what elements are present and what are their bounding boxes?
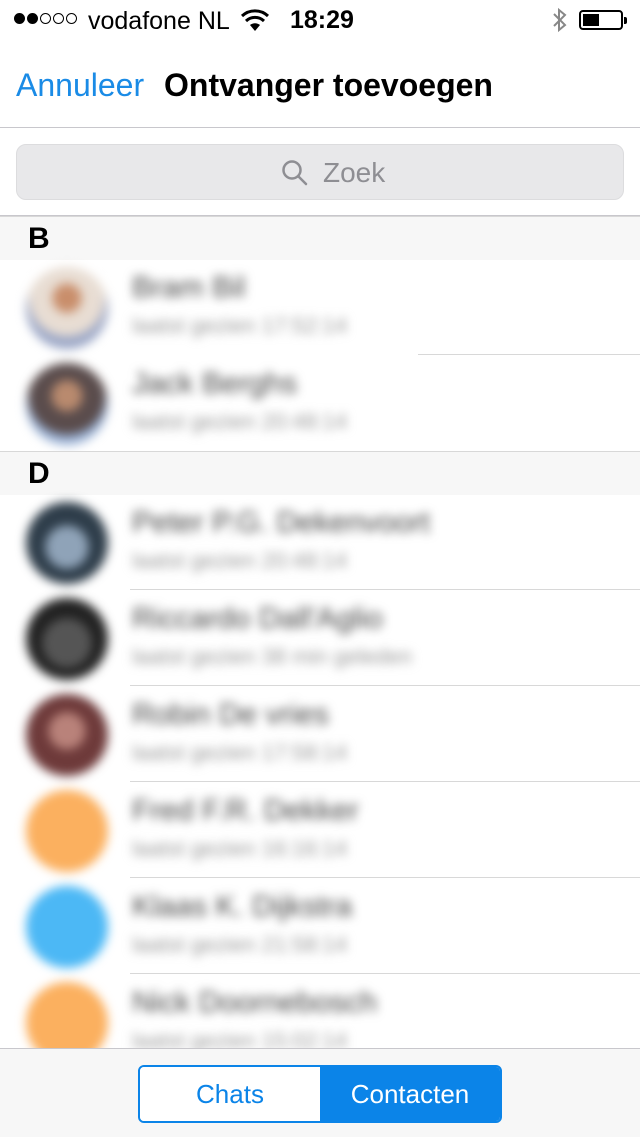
contact-last-seen: laatst gezien 20:48:14: [132, 409, 348, 434]
bottom-toolbar: Chats Contacten: [0, 1048, 640, 1137]
contact-name: Jack Berghs: [132, 367, 298, 400]
contact-name: Riccardo Dall'Aglio: [132, 602, 383, 635]
contact-last-seen: laatst gezien 20:48:14: [132, 548, 348, 573]
contact-row[interactable]: Bram Bil laatst gezien 17:52:14: [0, 259, 640, 355]
avatar: [26, 886, 108, 968]
contact-last-seen: laatst gezien 21:58:14: [132, 932, 348, 957]
contact-last-seen: laatst gezien 17:52:14: [132, 313, 348, 338]
contact-last-seen: laatst gezien 16:16:14: [132, 836, 348, 861]
bluetooth-icon: [551, 7, 569, 38]
contact-last-seen: laatst gezien 38 min geleden: [132, 644, 413, 669]
contact-name: Klaas K. Dijkstra: [132, 890, 353, 923]
contact-row[interactable]: Riccardo Dall'Aglio laatst gezien 38 min…: [0, 590, 640, 686]
search-icon: [281, 159, 309, 192]
page-title: Ontvanger toevoegen: [164, 67, 493, 103]
contact-name: Robin De vries: [132, 698, 329, 731]
contact-name: Nick Doornebosch: [132, 986, 378, 1019]
contact-row[interactable]: Robin De vries laatst gezien 17:58:14: [0, 686, 640, 782]
search-area: Zoek: [0, 128, 640, 216]
avatar: [26, 694, 108, 776]
contact-row[interactable]: Klaas K. Dijkstra laatst gezien 21:58:14: [0, 878, 640, 974]
section-letter: B: [28, 222, 50, 255]
avatar: [26, 363, 108, 445]
avatar: [26, 790, 108, 872]
status-bar: vodafone NL 18:29: [0, 0, 640, 40]
tab-contacts[interactable]: Contacten: [320, 1067, 500, 1121]
search-placeholder: Zoek: [323, 157, 386, 188]
contact-row[interactable]: Peter P.G. Dekenvoort laatst gezien 20:4…: [0, 494, 640, 590]
segmented-control: Chats Contacten: [138, 1065, 502, 1123]
contact-name: Fred F.R. Dekker: [132, 794, 359, 827]
avatar: [26, 598, 108, 680]
cancel-button[interactable]: Annuleer: [16, 67, 144, 104]
tab-chats[interactable]: Chats: [140, 1067, 320, 1121]
section-letter: D: [28, 457, 50, 490]
contact-last-seen: laatst gezien 17:58:14: [132, 740, 348, 765]
navigation-bar: Annuleer Ontvanger toevoegen: [0, 40, 640, 128]
search-input[interactable]: Zoek: [16, 144, 624, 200]
battery-icon: [579, 10, 627, 30]
avatar: [26, 267, 108, 349]
signal-strength-icon: [14, 13, 77, 24]
contact-name: Peter P.G. Dekenvoort: [132, 506, 430, 539]
contact-name: Bram Bil: [132, 271, 246, 304]
section-header-d: D: [0, 451, 640, 495]
carrier-name: vodafone NL: [88, 7, 230, 35]
avatar: [26, 502, 108, 584]
contact-row[interactable]: Fred F.R. Dekker laatst gezien 16:16:14: [0, 782, 640, 878]
section-header-b: B: [0, 216, 640, 260]
contact-row[interactable]: Jack Berghs laatst gezien 20:48:14: [0, 355, 640, 451]
clock: 18:29: [290, 6, 354, 34]
wifi-icon: [240, 9, 270, 38]
